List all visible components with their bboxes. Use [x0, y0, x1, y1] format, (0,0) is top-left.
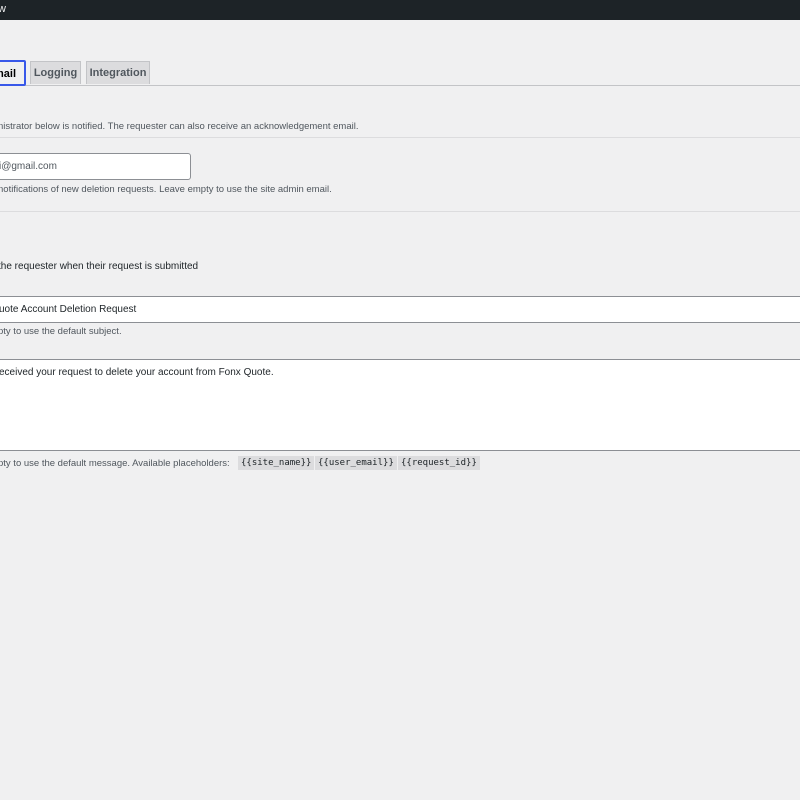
admin-top-bar: w: [0, 0, 800, 20]
ack-message-description: pty to use the default message. Availabl…: [0, 458, 230, 469]
placeholder-request-id: {{request_id}}: [398, 456, 480, 470]
notification-email-description: notifications of new deletion requests. …: [0, 184, 332, 195]
notification-email-field[interactable]: i@gmail.com: [0, 153, 191, 180]
ack-subject-value: uote Account Deletion Request: [0, 304, 137, 315]
notification-email-value: i@gmail.com: [0, 161, 57, 172]
intro-description: nistrator below is notified. The request…: [0, 121, 359, 132]
tab-integration[interactable]: Integration: [86, 61, 150, 84]
placeholder-site-name: {{site_name}}: [238, 456, 315, 470]
placeholder-user-email: {{user_email}}: [315, 456, 397, 470]
settings-tabs: mail Logging Integration: [0, 60, 800, 86]
ack-subject-description: pty to use the default subject.: [0, 326, 122, 337]
ack-message-value: eceived your request to delete your acco…: [0, 367, 274, 378]
tab-email[interactable]: mail: [0, 60, 26, 86]
section-divider: [0, 137, 800, 138]
acknowledgement-option-label[interactable]: the requester when their request is subm…: [0, 261, 198, 272]
ack-subject-field[interactable]: uote Account Deletion Request: [0, 296, 800, 323]
section-divider: [0, 211, 800, 212]
tab-logging[interactable]: Logging: [30, 61, 81, 84]
ack-message-textarea[interactable]: eceived your request to delete your acco…: [0, 359, 800, 451]
top-bar-title[interactable]: w: [0, 1, 6, 17]
